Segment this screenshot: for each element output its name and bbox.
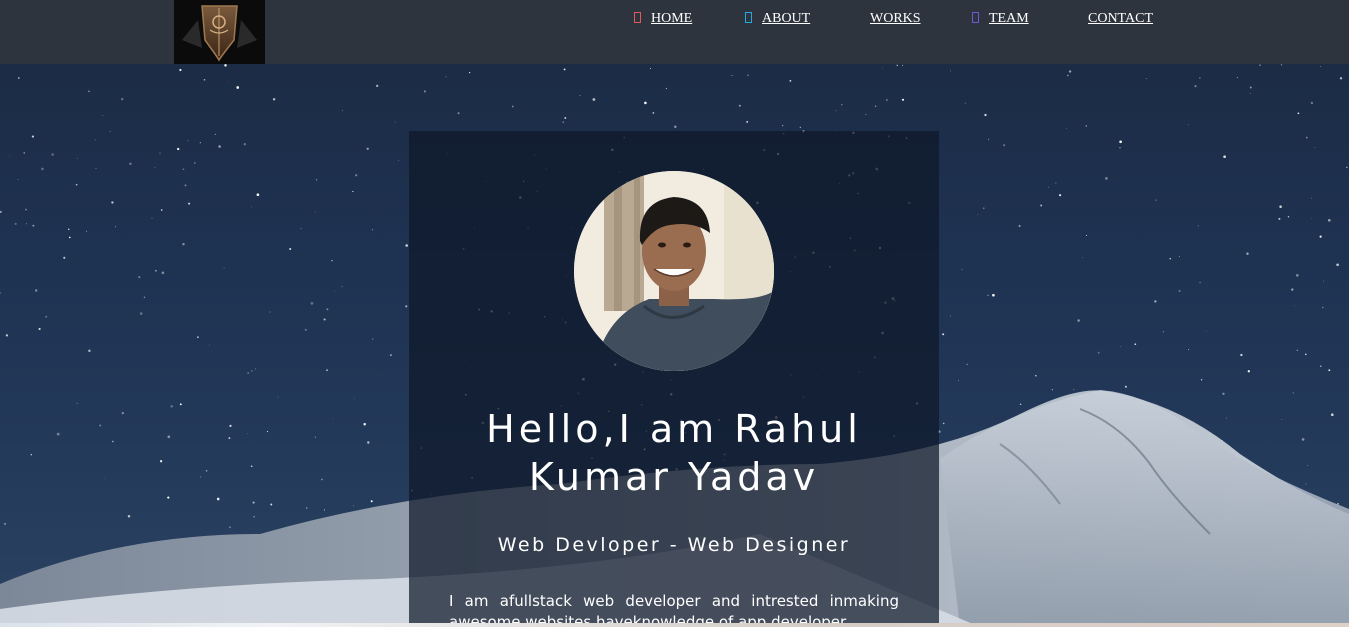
intro-card: Hello,I am Rahul Kumar Yadav Web Devlope… [409, 131, 939, 627]
section-divider [0, 623, 1349, 627]
nav-works-label: WORKS [870, 11, 921, 26]
person-portrait-image [574, 171, 774, 371]
hero-subtitle: Web Devloper - Web Designer [497, 534, 851, 556]
hero-section: Hello,I am Rahul Kumar Yadav Web Devlope… [0, 64, 1349, 627]
shield-crest-icon [174, 0, 265, 64]
nav-about-link[interactable]: ABOUT [745, 10, 810, 30]
hero-bio: I am afullstack web developer and intres… [449, 592, 899, 627]
nav-team-link[interactable]: TEAM [972, 10, 1029, 30]
hero-title: Hello,I am Rahul Kumar Yadav [486, 407, 862, 499]
nav-about-label: ABOUT [762, 11, 811, 26]
site-logo[interactable] [174, 0, 265, 64]
user-icon [745, 12, 752, 23]
profile-photo [574, 171, 774, 371]
nav-team-label: TEAM [989, 11, 1029, 26]
nav-home-label: HOME [651, 11, 693, 26]
nav-contact-link[interactable]: CONTACT [1088, 10, 1153, 30]
home-icon [634, 12, 641, 23]
nav-contact-label: CONTACT [1088, 11, 1153, 26]
nav-home-link[interactable]: HOME [634, 10, 692, 30]
top-navigation-bar: HOME ABOUT WORKS TEAM CONTACT [0, 0, 1349, 64]
team-icon [972, 12, 979, 23]
nav-works-link[interactable]: WORKS [870, 10, 921, 30]
